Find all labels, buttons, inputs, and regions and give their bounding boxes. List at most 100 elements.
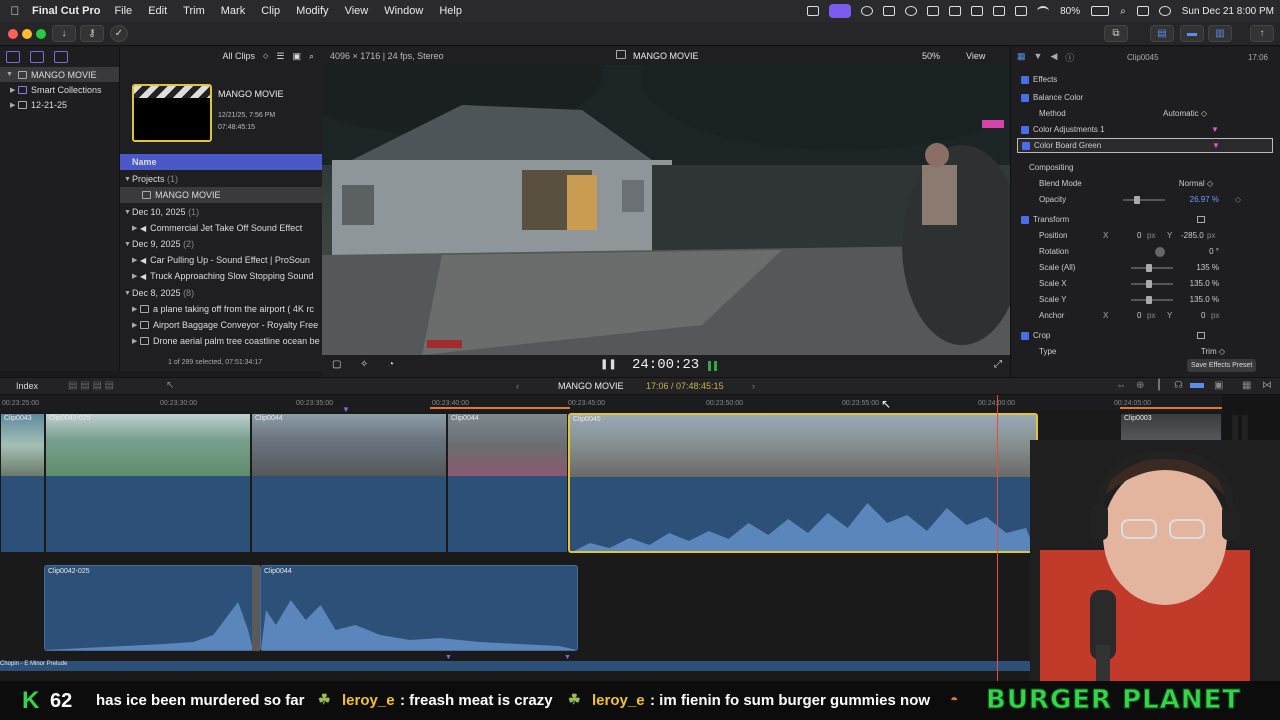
export-button[interactable]: ↑ [1250,25,1274,42]
wifi-icon[interactable] [1037,6,1050,16]
list-item[interactable]: ▼ Dec 9, 2025 (2) [120,236,322,252]
video-inspector-icon[interactable]: ▦ [1017,51,1026,64]
sidebar-item-event[interactable]: ▶ 12-21-25 [0,97,119,112]
transform-section[interactable]: Transform [1011,212,1280,227]
show-inspector-button[interactable]: ▥ [1208,25,1232,42]
libraries-tab-icon[interactable] [6,51,20,63]
transform-checkbox[interactable] [1021,215,1029,224]
apple-icon[interactable]:  [0,4,30,18]
fullscreen-icon[interactable]: ⤢ [994,359,1002,370]
list-item[interactable]: MANGO MOVIE [120,187,322,203]
forward-arrow-icon[interactable]: › [752,381,755,391]
status-icon[interactable] [971,6,984,16]
disclosure-triangle-icon[interactable]: ▼ [124,176,132,183]
audio-skimming-icon[interactable]: ☊ [1174,380,1183,391]
menu-modify[interactable]: Modify [288,5,336,17]
anchor-x-value[interactable]: 0 [1137,311,1141,320]
param-rotation[interactable]: Rotation 0 ° [1011,244,1280,259]
position-y-value[interactable]: -285.0 [1181,231,1204,240]
share-button[interactable]: ⧉ [1104,25,1128,42]
effect-checkbox[interactable] [1021,125,1029,134]
blend-mode-popup[interactable]: Normal ◇ [1179,179,1213,188]
menu-edit[interactable]: Edit [140,5,175,17]
pause-button[interactable]: ❚❚ [600,359,617,370]
app-name-menu[interactable]: Final Cut Pro [30,5,106,17]
solo-icon[interactable] [1190,383,1204,388]
menu-help[interactable]: Help [431,5,470,17]
screen-record-icon[interactable] [829,4,852,18]
list-item[interactable]: ▶ Drone aerial palm tree coastline ocean… [120,333,322,349]
menu-view[interactable]: View [337,5,377,17]
show-timeline-button[interactable]: ▬ [1180,25,1204,42]
titles-tab-icon[interactable] [54,51,68,63]
siri-icon[interactable] [1158,6,1171,16]
effects-checkbox[interactable] [1021,75,1029,84]
sidebar-item-library[interactable]: ▼ MANGO MOVIE [0,67,119,82]
clip-appearance-icon[interactable]: ▣ [292,51,301,62]
photos-tab-icon[interactable] [30,51,44,63]
close-window-button[interactable] [8,29,18,39]
scale-y-value[interactable]: 135.0 % [1190,295,1219,304]
sidebar-item-smart-collections[interactable]: ▶ Smart Collections [0,82,119,97]
list-item[interactable]: ▼ Dec 8, 2025 (8) [120,285,322,301]
menu-clip[interactable]: Clip [253,5,288,17]
list-item[interactable]: ▶ Airport Baggage Conveyor - Royalty Fre… [120,317,322,333]
battery-icon[interactable] [1091,6,1110,16]
disclosure-triangle-icon[interactable]: ▶ [132,321,140,329]
transition-handle[interactable] [252,565,260,651]
disclosure-triangle-icon[interactable]: ▶ [6,86,15,94]
disclosure-triangle-icon[interactable]: ▼ [124,209,132,216]
effect-checkbox[interactable] [1021,93,1029,102]
disclosure-triangle-icon[interactable]: ▶ [132,256,140,264]
keywords-button[interactable]: ⚷ [80,25,104,42]
video-viewer[interactable] [322,65,1010,355]
scale-x-slider[interactable] [1131,280,1173,288]
control-center-icon[interactable] [1136,6,1149,16]
timeline-clip[interactable]: Clip0044 [447,413,568,553]
crop-type-popup[interactable]: Trim ◇ [1201,347,1225,356]
position-x-value[interactable]: 0 [1137,231,1141,240]
play-icon[interactable] [905,6,918,16]
append-clip-icon[interactable]: ▤ ▤ ▤ ▤ [68,380,114,391]
scale-y-slider[interactable] [1131,296,1173,304]
timeline-ruler[interactable]: 00:23:25:00 00:23:30:00 00:23:35:00 00:2… [0,395,1222,411]
search-icon[interactable]: ⌕ [1114,6,1132,17]
save-effects-preset-button[interactable]: Save Effects Preset [1187,359,1257,372]
disclosure-triangle-icon[interactable]: ▶ [132,305,140,313]
effect-balance-color[interactable]: Balance Color [1011,90,1280,105]
disclosure-triangle-icon[interactable]: ▶ [132,224,140,232]
slider-knob[interactable] [1145,280,1152,288]
connected-audio-clip[interactable]: Clip0042-025 [44,565,254,651]
transitions-browser-icon[interactable]: ⋈ [1262,380,1272,391]
effect-color-board[interactable]: Color Board Green ▼ [1017,138,1273,153]
keyframe-icon[interactable]: ◇ [1235,195,1241,204]
speedometer-icon[interactable]: ◔ [388,359,394,370]
enhance-icon[interactable]: ✧ [360,359,368,370]
back-arrow-icon[interactable]: ‹ [516,381,519,391]
zoom-window-button[interactable] [36,29,46,39]
color-wheel-icon[interactable]: ▼ [1211,125,1219,134]
marker-icon[interactable]: ▼ [445,654,452,661]
menu-mark[interactable]: Mark [213,5,253,17]
method-popup[interactable]: Automatic ◇ [1163,109,1207,118]
list-item[interactable]: ▶ ◀ Car Pulling Up - Sound Effect | ProS… [120,252,322,268]
import-button[interactable]: ↓ [52,25,76,42]
param-scale-y[interactable]: Scale Y 135.0 % [1011,292,1280,307]
connected-audio-clip[interactable]: Clip0044 [260,565,578,651]
effects-section[interactable]: Effects [1011,72,1280,87]
music-track[interactable]: Chopin - E Minor Prelude [0,661,1030,671]
scale-x-value[interactable]: 135.0 % [1190,279,1219,288]
status-icon[interactable] [883,6,896,16]
search-icon[interactable]: ⌕ [309,51,314,62]
color-board-icon[interactable]: ▼ [1212,141,1220,150]
effects-browser-icon[interactable]: ▦ [1242,380,1251,391]
opacity-slider[interactable] [1123,196,1165,204]
status-icon[interactable] [807,6,820,16]
list-item[interactable]: ▼ Dec 10, 2025 (1) [120,204,322,220]
timeline-project-menu[interactable]: MANGO MOVIE [558,381,624,391]
timeline-clip[interactable]: Clip0044 [251,413,447,553]
zoom-icon[interactable]: ⊕ [1136,380,1144,391]
list-view-icon[interactable]: ☰ [276,51,284,62]
background-tasks-button[interactable]: ✓ [110,25,128,42]
select-tool-icon[interactable]: ↖ [166,380,174,391]
